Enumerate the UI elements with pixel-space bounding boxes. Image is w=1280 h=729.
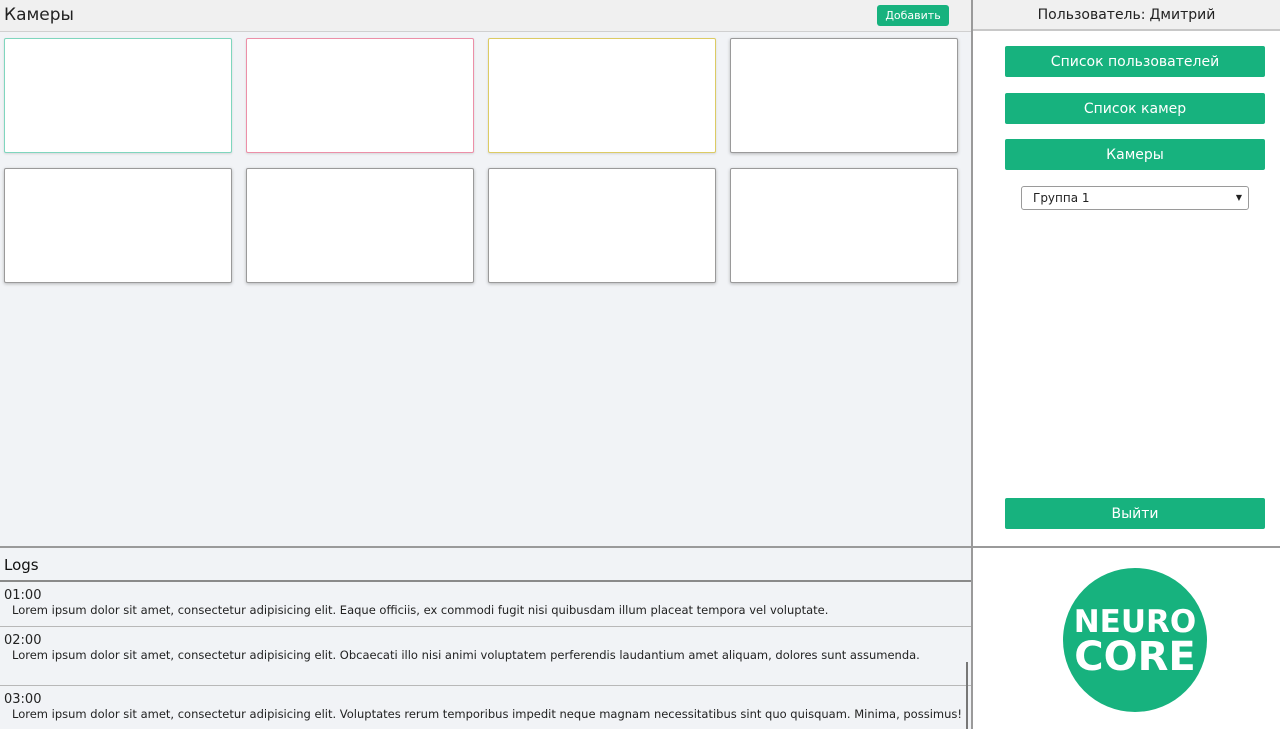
- chevron-down-icon: ▼: [1235, 193, 1242, 202]
- camera-tile-4[interactable]: [730, 38, 958, 153]
- sidebar: Пользователь: Дмитрий Список пользовател…: [973, 0, 1280, 546]
- group-select[interactable]: Группа 1 ▼: [1021, 186, 1249, 210]
- app-root: Камеры Добавить Пользователь: Дмитрий Сп…: [0, 0, 1280, 729]
- users-list-button[interactable]: Список пользователей: [1005, 46, 1265, 77]
- cameras-button[interactable]: Камеры: [1005, 139, 1265, 170]
- log-time: 03:00: [4, 692, 42, 707]
- camera-panel-header: Камеры Добавить: [0, 0, 971, 32]
- camera-tile-2[interactable]: [246, 38, 474, 153]
- logs-title: Logs: [4, 556, 39, 574]
- camera-tile-7[interactable]: [488, 168, 716, 283]
- user-label: Пользователь:: [1037, 6, 1146, 23]
- cameras-list-button[interactable]: Список камер: [1005, 93, 1265, 124]
- camera-tile-8[interactable]: [730, 168, 958, 283]
- camera-tile-5[interactable]: [4, 168, 232, 283]
- logs-scrollbar[interactable]: [966, 662, 968, 729]
- camera-tile-6[interactable]: [246, 168, 474, 283]
- log-entry: 02:00 Lorem ipsum dolor sit amet, consec…: [0, 627, 971, 686]
- add-camera-button[interactable]: Добавить: [877, 5, 949, 26]
- user-name: Дмитрий: [1149, 6, 1216, 23]
- logo-text-line2: CORE: [1074, 634, 1196, 680]
- camera-tile-3[interactable]: [488, 38, 716, 153]
- log-text: Lorem ipsum dolor sit amet, consectetur …: [12, 707, 962, 721]
- logo-area: NEURO CORE: [973, 548, 1280, 729]
- camera-panel: Камеры Добавить: [0, 0, 971, 547]
- logout-button[interactable]: Выйти: [1005, 498, 1265, 529]
- camera-tile-1[interactable]: [4, 38, 232, 153]
- log-entry: 01:00 Lorem ipsum dolor sit amet, consec…: [0, 582, 971, 627]
- user-bar: Пользователь: Дмитрий: [973, 0, 1280, 31]
- log-text: Lorem ipsum dolor sit amet, consectetur …: [12, 648, 920, 662]
- neurocore-logo: NEURO CORE: [1063, 568, 1207, 712]
- log-time: 01:00: [4, 588, 42, 603]
- log-text: Lorem ipsum dolor sit amet, consectetur …: [12, 603, 829, 617]
- log-entry: 03:00 Lorem ipsum dolor sit amet, consec…: [0, 686, 971, 729]
- logs-panel: Logs 01:00 Lorem ipsum dolor sit amet, c…: [0, 548, 971, 729]
- log-time: 02:00: [4, 633, 42, 648]
- group-select-value: Группа 1: [1033, 191, 1090, 205]
- page-title: Камеры: [4, 5, 74, 25]
